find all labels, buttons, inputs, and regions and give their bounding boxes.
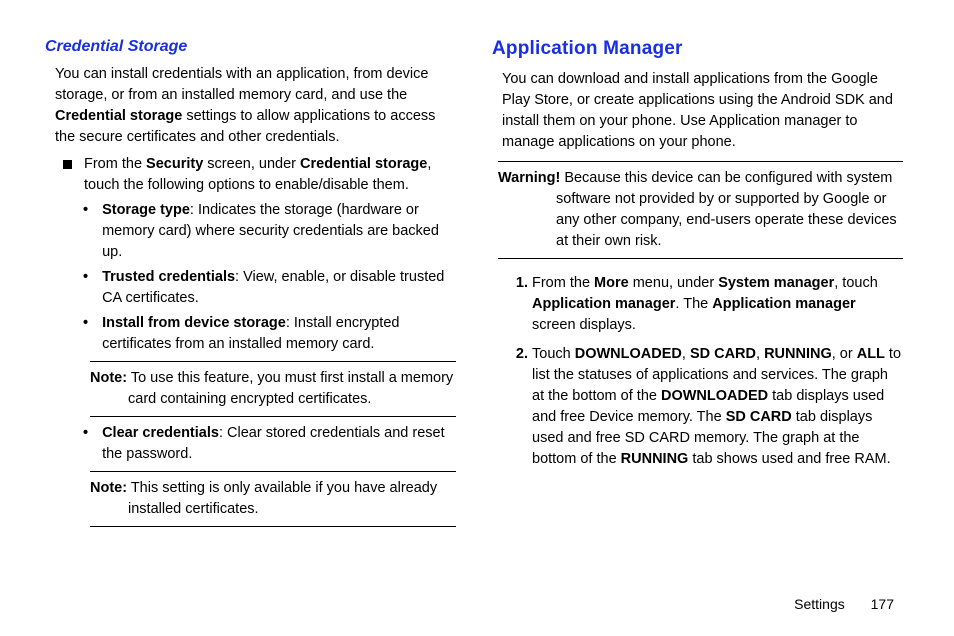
step-1: From the More menu, under System manager… <box>532 273 903 336</box>
bullet-clear-credentials: • Clear credentials: Clear stored creden… <box>83 423 456 465</box>
footer-page-number: 177 <box>871 596 894 612</box>
text-run: You can install credentials with an appl… <box>55 66 428 103</box>
square-marker-icon <box>63 160 72 169</box>
square-bullet: From the Security screen, under Credenti… <box>63 154 456 196</box>
square-content: From the Security screen, under Credenti… <box>84 154 456 196</box>
appmgr-intro: You can download and install application… <box>502 69 899 153</box>
left-column: Credential Storage You can install crede… <box>45 35 462 533</box>
bullet-dot-icon: • <box>83 200 88 263</box>
application-manager-heading: Application Manager <box>492 35 909 63</box>
step-2: Touch DOWNLOADED, SD CARD, RUNNING, or A… <box>532 344 903 470</box>
bullet-install-from-device: • Install from device storage: Install e… <box>83 313 456 355</box>
bullet-storage-type: • Storage type: Indicates the storage (h… <box>83 200 456 263</box>
bullet-trusted-credentials: • Trusted credentials: View, enable, or … <box>83 267 456 309</box>
footer-section: Settings <box>794 596 845 612</box>
credential-storage-heading: Credential Storage <box>45 35 462 58</box>
warning-box: Warning! Because this device can be conf… <box>498 161 903 259</box>
text-bold: Credential storage <box>55 108 182 124</box>
note-box-2: Note: This setting is only available if … <box>90 471 456 527</box>
right-column: Application Manager You can download and… <box>492 35 909 533</box>
bullet-dot-icon: • <box>83 267 88 309</box>
page-footer: Settings 177 <box>794 596 894 612</box>
steps-list: From the More menu, under System manager… <box>512 273 903 470</box>
bullet-dot-icon: • <box>83 423 88 465</box>
note-box-1: Note: To use this feature, you must firs… <box>90 361 456 417</box>
credential-intro: You can install credentials with an appl… <box>55 64 452 148</box>
bullet-dot-icon: • <box>83 313 88 355</box>
